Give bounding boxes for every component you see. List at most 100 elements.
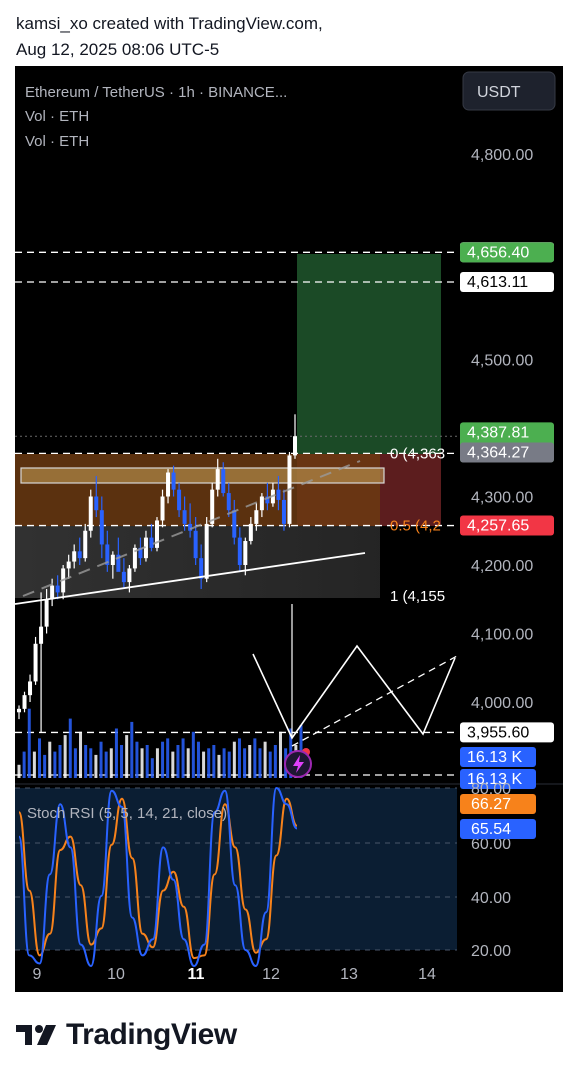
currency-button-label[interactable]: USDT bbox=[477, 84, 521, 101]
price-tick-label: 4,500.00 bbox=[471, 353, 533, 370]
candle-body bbox=[182, 510, 187, 524]
volume-bar bbox=[227, 751, 231, 778]
volume-bar bbox=[278, 731, 282, 778]
tradingview-logo[interactable]: TradingView bbox=[16, 1018, 237, 1052]
volume-bar bbox=[222, 748, 226, 778]
candle-body bbox=[33, 643, 38, 682]
volume-bar bbox=[63, 735, 67, 778]
volume-bar bbox=[104, 751, 108, 778]
time-axis[interactable]: 9 10 11 12 13 14 bbox=[33, 966, 436, 983]
time-tick-label: 13 bbox=[340, 966, 358, 983]
volume-bar bbox=[140, 748, 144, 778]
volume-bar bbox=[84, 745, 88, 778]
chart-frame[interactable]: Ethereum / TetherUS · 1h · BINANCE... Vo… bbox=[15, 66, 563, 992]
fib-level-label: 0.5 (4,2 bbox=[390, 518, 441, 535]
volume-label-1: Vol · ETH bbox=[25, 108, 89, 125]
chart-canvas[interactable]: Ethereum / TetherUS · 1h · BINANCE... Vo… bbox=[15, 66, 563, 992]
candle-body bbox=[22, 695, 27, 709]
volume-bar bbox=[73, 748, 77, 778]
volume-bar bbox=[237, 738, 241, 778]
volume-bar bbox=[191, 731, 195, 778]
drawing-zones bbox=[15, 254, 441, 598]
candle-body bbox=[281, 499, 286, 524]
fib-zone-upper bbox=[15, 454, 380, 526]
stoch-d-value: 66.27 bbox=[471, 796, 511, 813]
volume-bar bbox=[114, 728, 118, 778]
publish-date: Aug 12, 2025 08:06 UTC-5 bbox=[16, 40, 220, 59]
candle-body bbox=[259, 496, 264, 511]
volume-bar bbox=[22, 751, 26, 778]
candle-body bbox=[276, 489, 281, 500]
volume-bar bbox=[27, 708, 31, 778]
candle-body bbox=[226, 493, 231, 511]
volume-bar bbox=[263, 741, 267, 778]
volume-bar bbox=[258, 748, 262, 778]
volume-bar bbox=[17, 764, 21, 778]
stoch-axis: 80.0060.0040.0020.0066.2765.54 bbox=[460, 781, 536, 960]
candle-body bbox=[243, 541, 248, 565]
currency-button[interactable]: USDT bbox=[462, 71, 556, 111]
price-tick-label: 4,300.00 bbox=[471, 490, 533, 507]
candle-body bbox=[248, 523, 253, 542]
candle-body bbox=[127, 568, 132, 583]
price-label-text: 4,387.81 bbox=[467, 424, 529, 441]
volume-bar bbox=[171, 751, 175, 778]
resistance-box bbox=[20, 467, 385, 484]
time-tick-label: 11 bbox=[188, 966, 205, 983]
candle-body bbox=[149, 537, 154, 548]
candle-body bbox=[44, 599, 49, 627]
volume-bar bbox=[273, 745, 277, 778]
volume-bar bbox=[145, 745, 149, 778]
candle-body bbox=[166, 472, 171, 497]
volume-bar bbox=[79, 731, 83, 778]
volume-bar bbox=[53, 751, 57, 778]
volume-bar bbox=[161, 741, 165, 778]
stoch-tick-label: 40.00 bbox=[471, 890, 511, 907]
candle-body bbox=[121, 571, 126, 583]
price-tick-label: 4,000.00 bbox=[471, 695, 533, 712]
volume-bar bbox=[48, 741, 52, 778]
volume-bar bbox=[99, 741, 103, 778]
candle-body bbox=[177, 489, 182, 511]
volume-bar bbox=[135, 741, 139, 778]
volume-bar bbox=[253, 738, 257, 778]
price-tick-label: 4,100.00 bbox=[471, 627, 533, 644]
candle-body bbox=[55, 585, 60, 593]
candle-body bbox=[199, 558, 204, 579]
tradingview-brand: TradingView bbox=[66, 1018, 237, 1051]
candle-body bbox=[232, 510, 237, 538]
time-tick-label: 9 bbox=[33, 966, 42, 983]
volume-bar bbox=[68, 718, 72, 778]
candle-body bbox=[293, 436, 297, 456]
tradingview-logo-icon bbox=[16, 1025, 56, 1045]
volume-bar bbox=[130, 721, 134, 778]
volume-bar bbox=[243, 748, 247, 778]
price-label-text: 4,257.65 bbox=[467, 518, 529, 535]
time-tick-label: 10 bbox=[107, 966, 125, 983]
volume-bar bbox=[176, 745, 180, 778]
volume-bar bbox=[268, 751, 272, 778]
candle-body bbox=[221, 469, 226, 494]
lightning-icon[interactable] bbox=[284, 750, 312, 778]
volume-bar bbox=[125, 735, 129, 778]
candle-body bbox=[77, 551, 82, 559]
volume-bar bbox=[89, 748, 93, 778]
candle-body bbox=[215, 469, 220, 490]
candle-body bbox=[193, 530, 198, 559]
stoch-tick-label: 20.00 bbox=[471, 943, 511, 960]
volume-bar bbox=[94, 754, 98, 778]
symbol-title[interactable]: Ethereum / TetherUS · 1h · BINANCE... bbox=[25, 84, 287, 101]
volume-bar bbox=[217, 754, 221, 778]
candle-body bbox=[254, 510, 259, 524]
candle-body bbox=[28, 681, 33, 696]
candle-body bbox=[72, 551, 77, 562]
fib-level-label: 0 (4,363 bbox=[390, 445, 445, 462]
time-tick-label: 14 bbox=[418, 966, 436, 983]
volume-bar bbox=[186, 748, 190, 778]
price-label-text: 4,613.11 bbox=[467, 274, 528, 291]
volume-bar bbox=[248, 745, 252, 778]
candle-body bbox=[237, 537, 242, 565]
candle-body bbox=[110, 554, 115, 565]
volume-bar bbox=[232, 741, 236, 778]
volume-bar bbox=[38, 738, 42, 778]
